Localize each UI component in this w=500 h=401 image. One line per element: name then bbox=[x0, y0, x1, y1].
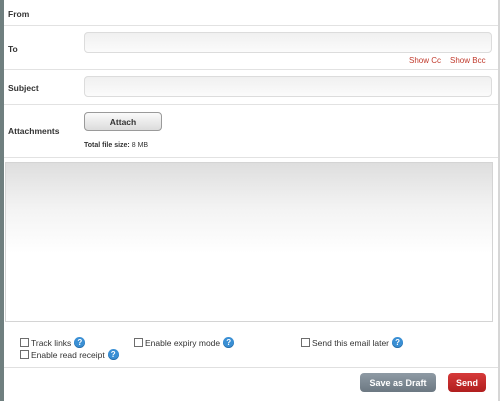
show-bcc-link[interactable]: Show Bcc bbox=[450, 56, 486, 65]
attachments-row: Attachments Attach Total file size: 8 MB bbox=[4, 105, 498, 158]
read-receipt-label: Enable read receipt bbox=[31, 349, 105, 360]
compose-footer: Save as Draft Send bbox=[4, 367, 498, 397]
attach-button[interactable]: Attach bbox=[84, 112, 162, 131]
send-later-checkbox[interactable] bbox=[301, 338, 310, 347]
track-links-option: Track links ? bbox=[20, 337, 86, 348]
show-cc-link[interactable]: Show Cc bbox=[409, 56, 441, 65]
to-input[interactable] bbox=[84, 32, 492, 53]
message-body-editor[interactable] bbox=[5, 162, 493, 322]
expiry-mode-option: Enable expiry mode ? bbox=[134, 337, 235, 348]
attachments-label: Attachments bbox=[8, 126, 60, 136]
subject-row: Subject bbox=[4, 70, 498, 105]
to-row: To Show Cc Show Bcc bbox=[4, 26, 498, 70]
from-label: From bbox=[8, 9, 30, 19]
expiry-mode-label: Enable expiry mode bbox=[145, 337, 221, 348]
to-label: To bbox=[8, 44, 18, 54]
total-file-size: Total file size: 8 MB bbox=[84, 142, 148, 149]
track-links-label: Track links bbox=[31, 337, 72, 348]
total-file-size-value: 8 MB bbox=[131, 142, 149, 149]
subject-input[interactable] bbox=[84, 76, 492, 97]
send-later-help-icon[interactable]: ? bbox=[392, 337, 404, 348]
track-links-help-icon[interactable]: ? bbox=[74, 337, 86, 348]
track-links-checkbox[interactable] bbox=[20, 338, 29, 347]
total-file-size-label: Total file size: bbox=[84, 142, 130, 149]
send-later-option: Send this email later ? bbox=[301, 337, 404, 348]
read-receipt-option: Enable read receipt ? bbox=[20, 349, 119, 360]
send-later-label: Send this email later bbox=[312, 337, 390, 348]
save-draft-button[interactable]: Save as Draft bbox=[360, 373, 436, 392]
expiry-mode-help-icon[interactable]: ? bbox=[223, 337, 235, 348]
send-button[interactable]: Send bbox=[448, 373, 486, 392]
read-receipt-checkbox[interactable] bbox=[20, 350, 29, 359]
from-row: From bbox=[4, 0, 498, 26]
subject-label: Subject bbox=[8, 83, 39, 93]
read-receipt-help-icon[interactable]: ? bbox=[107, 349, 119, 360]
expiry-mode-checkbox[interactable] bbox=[134, 338, 143, 347]
